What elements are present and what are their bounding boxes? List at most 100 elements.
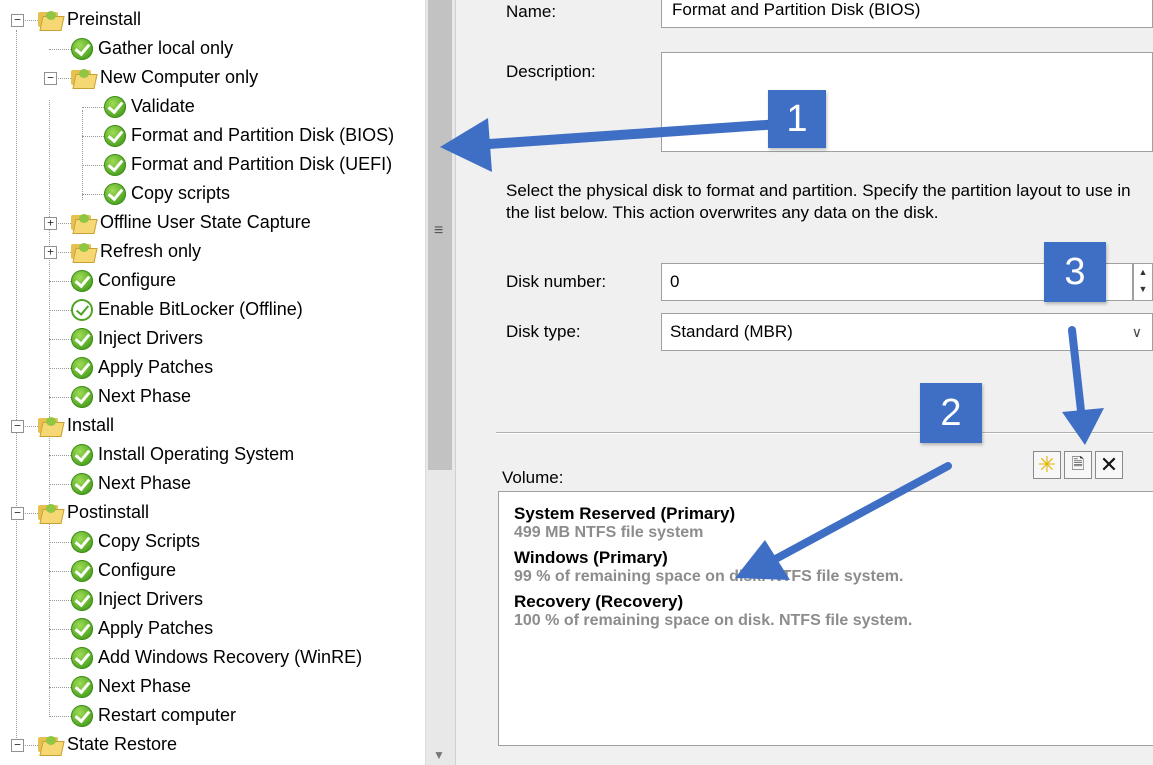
check-icon xyxy=(71,617,93,640)
collapse-icon[interactable]: − xyxy=(11,420,24,433)
task-sequence-tree[interactable]: Preinstall − Gather local only New Computer… xyxy=(0,0,425,765)
folder-icon xyxy=(38,735,65,756)
check-icon xyxy=(71,37,93,60)
tree-connector xyxy=(49,484,71,485)
check-icon xyxy=(104,182,126,205)
tree-step[interactable]: Inject Drivers xyxy=(71,585,203,614)
tree-item-label: Next Phase xyxy=(98,473,192,493)
pane-splitter[interactable] xyxy=(455,0,483,765)
tree-step[interactable]: Copy scripts xyxy=(104,179,230,208)
expand-icon[interactable]: + xyxy=(44,246,57,259)
tree-connector xyxy=(49,687,71,688)
check-icon xyxy=(71,530,93,553)
tree-group[interactable]: State Restore xyxy=(38,730,177,759)
list-item[interactable]: System Reserved (Primary) 499 MB NTFS fi… xyxy=(514,504,1138,542)
collapse-icon[interactable]: − xyxy=(44,72,57,85)
tree-step[interactable]: Configure xyxy=(71,266,176,295)
folder-icon xyxy=(38,416,65,437)
collapse-icon[interactable]: − xyxy=(11,14,24,27)
callout-1: 1 xyxy=(768,90,826,148)
tree-item-label: Gather local only xyxy=(98,38,234,58)
properties-icon: 🗎 xyxy=(1071,456,1085,473)
check-icon xyxy=(71,327,93,350)
new-volume-button[interactable]: ✳ xyxy=(1033,451,1061,479)
tree-item-label: Format and Partition Disk (BIOS) xyxy=(131,125,395,145)
tree-step[interactable]: Configure xyxy=(71,556,176,585)
scroll-down-icon[interactable]: ▼ xyxy=(433,748,445,762)
check-icon xyxy=(71,675,93,698)
tree-guide xyxy=(49,100,50,715)
volume-desc: 99 % of remaining space on disk. NTFS fi… xyxy=(514,568,904,585)
chevron-down-icon[interactable]: ∨ xyxy=(1132,314,1142,350)
tree-item-label: Copy scripts xyxy=(131,183,231,203)
check-icon xyxy=(71,559,93,582)
tree-step[interactable]: Next Phase xyxy=(71,382,191,411)
tree-step[interactable]: Inject Drivers xyxy=(71,324,203,353)
disabled-check-icon xyxy=(71,298,93,321)
tree-step[interactable]: Next Phase xyxy=(71,672,191,701)
collapse-icon[interactable]: − xyxy=(11,507,24,520)
tree-step[interactable]: Install Operating System xyxy=(71,440,294,469)
divider xyxy=(496,432,1153,434)
delete-volume-button[interactable]: ✕ xyxy=(1095,451,1123,479)
tree-item-label: Apply Patches xyxy=(98,618,214,638)
tree-item-label: Install Operating System xyxy=(98,444,295,464)
description-field[interactable] xyxy=(661,52,1153,152)
volume-properties-button[interactable]: 🗎 xyxy=(1064,451,1092,479)
tree-step[interactable]: Format and Partition Disk (BIOS) xyxy=(104,121,394,150)
volume-list[interactable]: System Reserved (Primary) 499 MB NTFS fi… xyxy=(498,491,1153,746)
tree-step[interactable]: Enable BitLocker (Offline) xyxy=(71,295,303,324)
tree-connector xyxy=(49,600,71,601)
tree-connector xyxy=(49,629,71,630)
tree-item-label: Restart computer xyxy=(98,705,237,725)
tree-group[interactable]: New Computer only xyxy=(71,63,258,92)
name-field[interactable]: Format and Partition Disk (BIOS) xyxy=(661,0,1153,28)
list-item[interactable]: Windows (Primary) 99 % of remaining spac… xyxy=(514,548,1138,586)
tree-connector xyxy=(49,368,71,369)
tree-item-label: Preinstall xyxy=(67,9,142,29)
tree-item-label: Offline User State Capture xyxy=(100,212,311,232)
disk-number-spinner[interactable]: ▲ ▼ xyxy=(1133,263,1153,301)
volume-desc: 499 MB NTFS file system xyxy=(514,524,704,541)
tree-item-label: Copy Scripts xyxy=(98,531,201,551)
folder-icon xyxy=(71,213,98,234)
expand-icon[interactable]: + xyxy=(44,217,57,230)
tree-group[interactable]: Install xyxy=(38,411,114,440)
tree-guide xyxy=(16,30,17,740)
spin-down-icon[interactable]: ▼ xyxy=(1134,281,1152,298)
tree-step[interactable]: Copy Scripts xyxy=(71,527,200,556)
tree-scrollbar[interactable]: ≡ ▼ xyxy=(425,0,455,765)
check-icon xyxy=(71,704,93,727)
tree-connector xyxy=(49,658,71,659)
list-item[interactable]: Recovery (Recovery) 100 % of remaining s… xyxy=(514,592,1138,630)
tree-step[interactable]: Validate xyxy=(104,92,195,121)
check-icon xyxy=(104,153,126,176)
tree-connector xyxy=(49,716,71,717)
spin-up-icon[interactable]: ▲ xyxy=(1134,264,1152,281)
tree-step[interactable]: Apply Patches xyxy=(71,353,213,382)
volume-name: Recovery (Recovery) xyxy=(514,592,684,611)
tree-item-label: Refresh only xyxy=(100,241,202,261)
tree-group[interactable]: Preinstall xyxy=(38,5,141,34)
tree-guide xyxy=(82,110,83,200)
tree-step[interactable]: Add Windows Recovery (WinRE) xyxy=(71,643,362,672)
tree-step[interactable]: Next Phase xyxy=(71,469,191,498)
tree-item-label: Inject Drivers xyxy=(98,589,204,609)
tree-group[interactable]: Postinstall xyxy=(38,498,149,527)
tree-item-label: Apply Patches xyxy=(98,357,214,377)
tree-step[interactable]: Gather local only xyxy=(71,34,233,63)
check-icon xyxy=(71,356,93,379)
tree-group[interactable]: Offline User State Capture xyxy=(71,208,311,237)
tree-connector xyxy=(82,136,104,137)
tree-step[interactable]: Format and Partition Disk (UEFI) xyxy=(104,150,392,179)
disk-type-select[interactable]: Standard (MBR) ∨ xyxy=(661,313,1153,351)
collapse-icon[interactable]: − xyxy=(11,739,24,752)
tree-step[interactable]: Restart computer xyxy=(71,701,236,730)
tree-item-label: New Computer only xyxy=(100,67,259,87)
folder-icon xyxy=(71,68,98,89)
tree-item-label: Add Windows Recovery (WinRE) xyxy=(98,647,363,667)
tree-step[interactable]: Apply Patches xyxy=(71,614,213,643)
tree-group[interactable]: Refresh only xyxy=(71,237,201,266)
grip-icon: ≡ xyxy=(434,222,444,239)
name-label: Name: xyxy=(506,2,557,21)
